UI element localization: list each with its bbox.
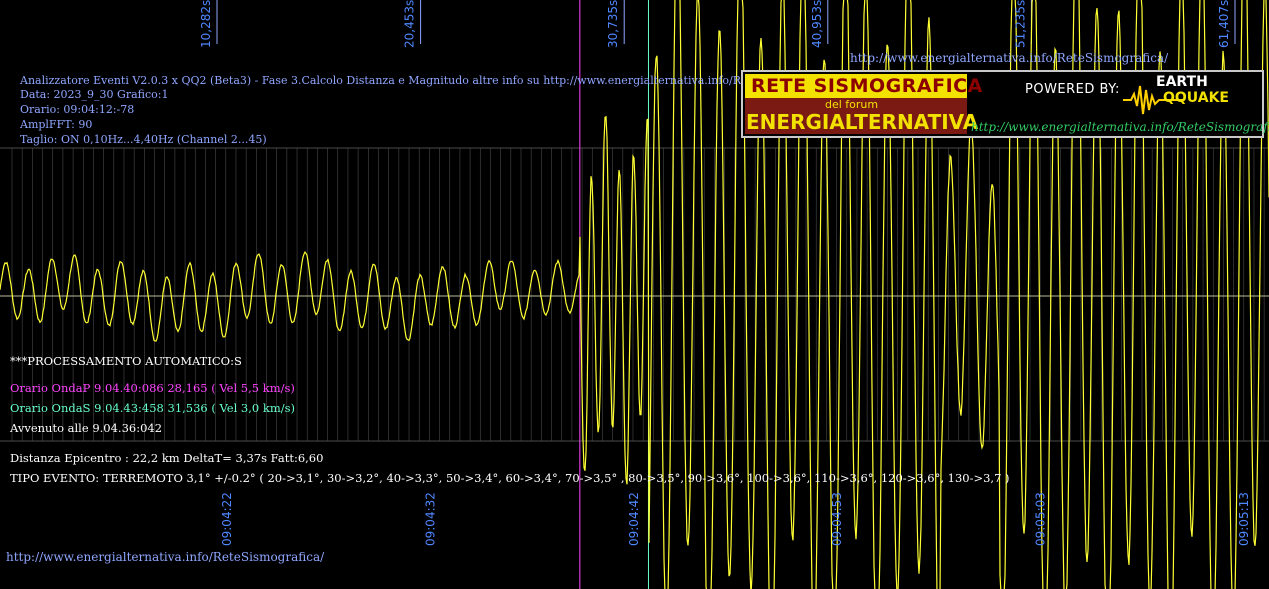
logo-title: RETE SISMOGRAFICA: [751, 75, 983, 97]
header-line-4: AmplFFT: 90: [20, 118, 93, 131]
processing-title: ***PROCESSAMENTO AUTOMATICO:S: [10, 354, 242, 368]
onda-p-info: Orario OndaP 9.04.40:086 28,165 ( Vel 5,…: [10, 381, 295, 395]
logo-brand-top: EARTH: [1156, 74, 1208, 90]
seconds-label: 51,235s: [1013, 0, 1027, 48]
minor-grid: [0, 147, 1269, 442]
avvenuto-info: Avvenuto alle 9.04.36:042: [10, 421, 163, 435]
seconds-axis-labels: 10,282s 20,453s 30,735s 40,953s 51,235s 61,40…: [199, 0, 1231, 48]
time-label: 09:05:03: [1034, 492, 1048, 546]
logo-forum-name: ENERGIALTERNATIVA: [746, 110, 979, 134]
major-grid: [216, 0, 1236, 44]
seismograph-view: 10,282s 20,453s 30,735s 40,953s 51,235s 61,40…: [0, 0, 1269, 589]
logo-powered-by: POWERED BY:: [1025, 82, 1120, 97]
time-label: 09:04:53: [830, 492, 844, 546]
time-label: 09:04:32: [423, 492, 437, 546]
time-axis-labels: 09:04:22 09:04:32 09:04:42 09:04:53 09:05:03…: [220, 492, 1251, 546]
onda-s-info: Orario OndaS 9.04.43:458 31,536 ( Vel 3,…: [10, 401, 296, 415]
logo-brand-bottom: QQUAKE: [1163, 90, 1229, 106]
rete-sismografica-logo[interactable]: RETE SISMOGRAFICA del forum ENERGIALTERN…: [741, 70, 1269, 138]
seconds-label: 61,407s: [1217, 0, 1231, 48]
header-line-3: Orario: 09:04:12:-78: [20, 103, 135, 116]
header-line-5: Taglio: ON 0,10Hz...4,40Hz (Channel 2...…: [20, 133, 267, 146]
event-type-info: TIPO EVENTO: TERREMOTO 3,1° +/-0.2° ( 20…: [10, 471, 1010, 485]
seconds-label: 40,953s: [810, 0, 824, 48]
seconds-label: 10,282s: [199, 0, 213, 48]
seconds-label: 20,453s: [403, 0, 417, 48]
time-label: 09:04:22: [220, 492, 234, 546]
header-line-2: Data: 2023_9_30 Grafico:1: [20, 88, 169, 101]
logo-url[interactable]: http://www.energialternativa.info/ReteSi…: [971, 120, 1269, 134]
top-url[interactable]: http://www.energialternativa.info/ReteSi…: [850, 51, 1168, 65]
distance-info: Distanza Epicentro : 22,2 km DeltaT= 3,3…: [10, 451, 324, 465]
footer-url[interactable]: http://www.energialternativa.info/ReteSi…: [6, 550, 324, 564]
time-label: 09:04:42: [627, 492, 641, 546]
time-label: 09:05:13: [1237, 492, 1251, 546]
header-line-1: Analizzatore Eventi V2.0.3 x QQ2 (Beta3)…: [20, 74, 786, 87]
seconds-label: 30,735s: [606, 0, 620, 48]
